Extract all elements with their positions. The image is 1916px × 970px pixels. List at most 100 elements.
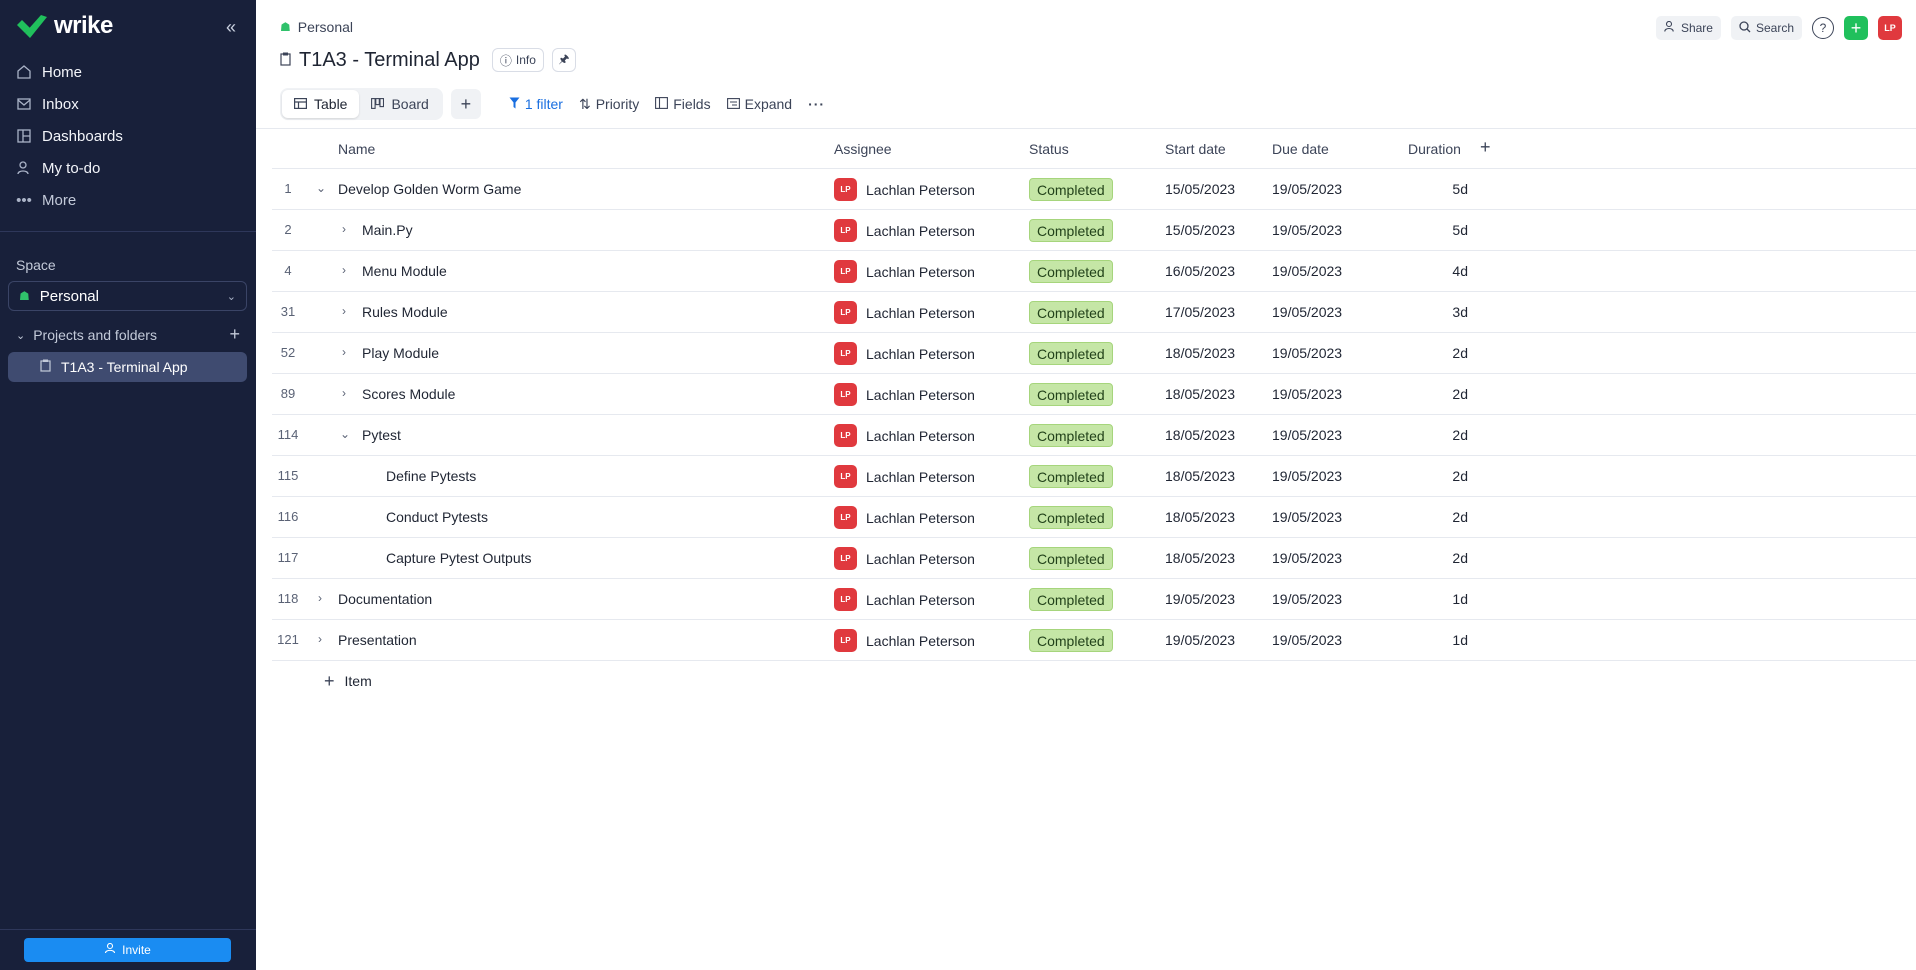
start-date[interactable]: 18/05/2023 <box>1165 509 1235 525</box>
table-row[interactable]: 114 ⌄ Pytest LP Lachlan Peterson Completed 18/… <box>272 415 1916 456</box>
assignee-cell[interactable]: LP Lachlan Peterson <box>834 219 975 242</box>
add-project-button[interactable]: + <box>229 323 240 345</box>
due-date[interactable]: 19/05/2023 <box>1272 550 1342 566</box>
nav-item-my-todo[interactable]: My to-do <box>8 152 248 184</box>
info-button[interactable]: ⓘ Info <box>491 48 544 72</box>
nav-item-inbox[interactable]: Inbox <box>8 88 248 120</box>
column-header-duration[interactable]: Duration <box>1408 141 1461 157</box>
due-date[interactable]: 19/05/2023 <box>1272 181 1342 197</box>
project-item-t1a3[interactable]: T1A3 - Terminal App <box>8 352 247 382</box>
fields-button[interactable]: Fields <box>655 96 711 112</box>
column-header-name[interactable]: Name <box>338 141 375 157</box>
column-header-due-date[interactable]: Due date <box>1272 141 1329 157</box>
start-date[interactable]: 16/05/2023 <box>1165 263 1235 279</box>
status-badge[interactable]: Completed <box>1029 301 1113 324</box>
duration[interactable]: 2d <box>1408 468 1468 484</box>
start-date[interactable]: 18/05/2023 <box>1165 345 1235 361</box>
start-date[interactable]: 19/05/2023 <box>1165 591 1235 607</box>
start-date[interactable]: 18/05/2023 <box>1165 550 1235 566</box>
create-new-button[interactable]: + <box>1844 16 1868 40</box>
start-date[interactable]: 15/05/2023 <box>1165 181 1235 197</box>
add-item-button[interactable]: + Item <box>272 661 1916 701</box>
space-selector[interactable]: ☗ Personal ⌄ <box>8 281 247 311</box>
task-name[interactable]: Define Pytests <box>386 468 476 484</box>
nav-item-dashboards[interactable]: Dashboards <box>8 120 248 152</box>
duration[interactable]: 5d <box>1408 181 1468 197</box>
projects-folders-header[interactable]: ⌄ Projects and folders + <box>8 323 248 347</box>
wrike-logo[interactable]: wrike <box>16 12 113 40</box>
due-date[interactable]: 19/05/2023 <box>1272 345 1342 361</box>
task-name[interactable]: Documentation <box>338 591 432 607</box>
assignee-cell[interactable]: LP Lachlan Peterson <box>834 383 975 406</box>
task-name[interactable]: Play Module <box>362 345 439 361</box>
due-date[interactable]: 19/05/2023 <box>1272 386 1342 402</box>
table-row[interactable]: 31 › Rules Module LP Lachlan Peterson Complet… <box>272 292 1916 333</box>
assignee-cell[interactable]: LP Lachlan Peterson <box>834 301 975 324</box>
task-name[interactable]: Presentation <box>338 632 417 648</box>
chevron-right-icon[interactable]: › <box>342 345 346 359</box>
chevron-down-icon[interactable]: ⌄ <box>316 181 326 195</box>
start-date[interactable]: 18/05/2023 <box>1165 468 1235 484</box>
start-date[interactable]: 18/05/2023 <box>1165 427 1235 443</box>
start-date[interactable]: 19/05/2023 <box>1165 632 1235 648</box>
assignee-cell[interactable]: LP Lachlan Peterson <box>834 629 975 652</box>
duration[interactable]: 3d <box>1408 304 1468 320</box>
status-badge[interactable]: Completed <box>1029 178 1113 201</box>
task-name[interactable]: Main.Py <box>362 222 413 238</box>
expand-button[interactable]: Expand <box>726 96 792 112</box>
table-row[interactable]: 116 Conduct Pytests LP Lachlan Peterson Comp… <box>272 497 1916 538</box>
assignee-cell[interactable]: LP Lachlan Peterson <box>834 260 975 283</box>
more-options-button[interactable]: ··· <box>808 96 825 112</box>
filter-button[interactable]: 1 filter <box>509 96 563 112</box>
due-date[interactable]: 19/05/2023 <box>1272 263 1342 279</box>
duration[interactable]: 2d <box>1408 550 1468 566</box>
table-row[interactable]: 1 ⌄ Develop Golden Worm Game LP Lachlan Pete… <box>272 169 1916 210</box>
table-row[interactable]: 4 › Menu Module LP Lachlan Peterson Completed… <box>272 251 1916 292</box>
due-date[interactable]: 19/05/2023 <box>1272 509 1342 525</box>
status-badge[interactable]: Completed <box>1029 219 1113 242</box>
task-name[interactable]: Capture Pytest Outputs <box>386 550 532 566</box>
status-badge[interactable]: Completed <box>1029 629 1113 652</box>
assignee-cell[interactable]: LP Lachlan Peterson <box>834 424 975 447</box>
task-name[interactable]: Conduct Pytests <box>386 509 488 525</box>
due-date[interactable]: 19/05/2023 <box>1272 304 1342 320</box>
table-row[interactable]: 52 › Play Module LP Lachlan Peterson Complete… <box>272 333 1916 374</box>
task-name[interactable]: Menu Module <box>362 263 447 279</box>
start-date[interactable]: 17/05/2023 <box>1165 304 1235 320</box>
due-date[interactable]: 19/05/2023 <box>1272 222 1342 238</box>
add-view-button[interactable]: + <box>450 89 481 119</box>
due-date[interactable]: 19/05/2023 <box>1272 427 1342 443</box>
chevron-right-icon[interactable]: › <box>342 304 346 318</box>
assignee-cell[interactable]: LP Lachlan Peterson <box>834 506 975 529</box>
table-row[interactable]: 118 › Documentation LP Lachlan Peterson Compl… <box>272 579 1916 620</box>
tab-table[interactable]: Table <box>282 90 360 118</box>
chevron-right-icon[interactable]: › <box>318 632 322 646</box>
status-badge[interactable]: Completed <box>1029 260 1113 283</box>
status-badge[interactable]: Completed <box>1029 424 1113 447</box>
status-badge[interactable]: Completed <box>1029 342 1113 365</box>
status-badge[interactable]: Completed <box>1029 506 1113 529</box>
task-name[interactable]: Rules Module <box>362 304 448 320</box>
assignee-cell[interactable]: LP Lachlan Peterson <box>834 178 975 201</box>
duration[interactable]: 1d <box>1408 632 1468 648</box>
due-date[interactable]: 19/05/2023 <box>1272 591 1342 607</box>
task-name[interactable]: Scores Module <box>362 386 455 402</box>
chevron-right-icon[interactable]: › <box>342 386 346 400</box>
user-avatar[interactable]: LP <box>1878 16 1902 40</box>
priority-sort-button[interactable]: ⇅ Priority <box>579 96 639 113</box>
help-button[interactable]: ? <box>1812 17 1834 39</box>
duration[interactable]: 2d <box>1408 345 1468 361</box>
duration[interactable]: 4d <box>1408 263 1468 279</box>
collapse-sidebar-button[interactable]: « <box>220 16 242 38</box>
assignee-cell[interactable]: LP Lachlan Peterson <box>834 465 975 488</box>
status-badge[interactable]: Completed <box>1029 547 1113 570</box>
duration[interactable]: 2d <box>1408 427 1468 443</box>
table-row[interactable]: 89 › Scores Module LP Lachlan Peterson Comple… <box>272 374 1916 415</box>
table-row[interactable]: 2 › Main.Py LP Lachlan Peterson Completed 15/0… <box>272 210 1916 251</box>
table-row[interactable]: 121 › Presentation LP Lachlan Peterson Comple… <box>272 620 1916 661</box>
duration[interactable]: 2d <box>1408 386 1468 402</box>
due-date[interactable]: 19/05/2023 <box>1272 632 1342 648</box>
chevron-right-icon[interactable]: › <box>342 263 346 277</box>
tab-board[interactable]: Board <box>359 90 440 118</box>
status-badge[interactable]: Completed <box>1029 465 1113 488</box>
